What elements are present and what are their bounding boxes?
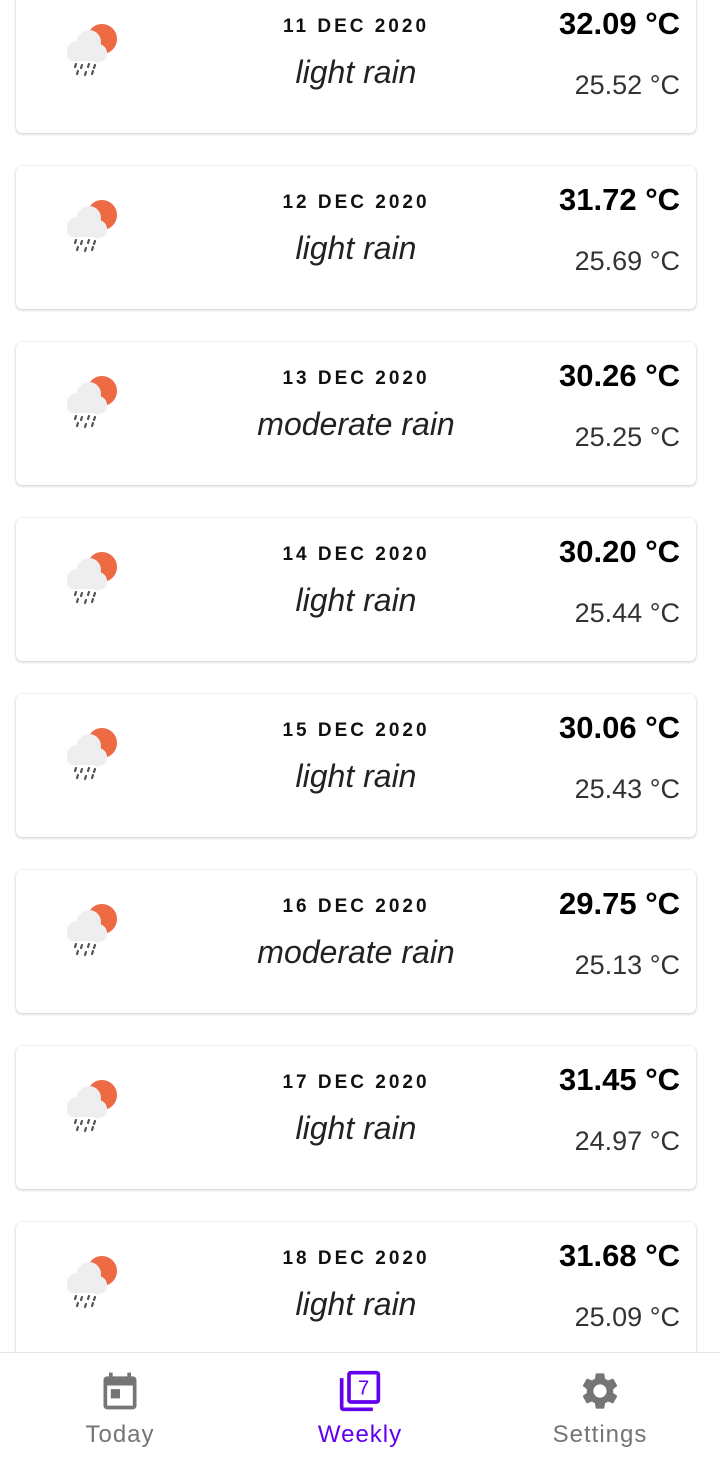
temp-max: 30.20 °C (559, 534, 680, 569)
forecast-date: 12 DEC 2020 (282, 192, 430, 213)
forecast-date: 17 DEC 2020 (282, 1072, 430, 1093)
forecast-card[interactable]: 12 DEC 2020 light rain 31.72 °C 25.69 °C (16, 166, 696, 309)
temp-max: 31.72 °C (559, 182, 680, 217)
filter-7-icon-digit: 7 (358, 1378, 369, 1400)
temp-max: 29.75 °C (559, 886, 680, 921)
forecast-description: light rain (295, 1110, 417, 1146)
nav-label-weekly: Weekly (317, 1421, 403, 1448)
forecast-description: moderate rain (257, 406, 455, 442)
rain-cloud-sun-icon (67, 200, 117, 253)
forecast-description: moderate rain (257, 934, 455, 970)
rain-cloud-sun-icon (67, 904, 117, 957)
temp-min: 25.09 °C (574, 1302, 680, 1332)
temp-min: 25.52 °C (574, 70, 680, 100)
forecast-card[interactable]: 17 DEC 2020 light rain 31.45 °C 24.97 °C (16, 1046, 696, 1189)
forecast-date: 15 DEC 2020 (282, 720, 430, 741)
bottom-navigation: Today 7 Weekly Settings (0, 1352, 720, 1465)
forecast-card[interactable]: 13 DEC 2020 moderate rain 30.26 °C 25.25… (16, 342, 696, 485)
nav-item-today[interactable]: Today (0, 1353, 240, 1465)
nav-item-settings[interactable]: Settings (480, 1353, 720, 1465)
forecast-description: light rain (295, 1286, 417, 1322)
temp-max: 30.06 °C (559, 710, 680, 745)
forecast-description: light rain (295, 54, 417, 90)
forecast-description: light rain (295, 230, 417, 266)
temp-min: 24.97 °C (574, 1126, 680, 1156)
forecast-card[interactable]: 16 DEC 2020 moderate rain 29.75 °C 25.13… (16, 870, 696, 1013)
forecast-card[interactable]: 14 DEC 2020 light rain 30.20 °C 25.44 °C (16, 518, 696, 661)
forecast-date: 16 DEC 2020 (282, 896, 430, 917)
forecast-date: 13 DEC 2020 (282, 368, 430, 389)
gear-icon (582, 1373, 618, 1409)
temp-max: 30.26 °C (559, 358, 680, 393)
forecast-date: 11 DEC 2020 (282, 16, 430, 37)
rain-cloud-sun-icon (67, 1256, 117, 1309)
forecast-list[interactable]: 11 DEC 2020 light rain 32.09 °C 25.52 °C… (0, 0, 720, 1352)
rain-cloud-sun-icon (67, 376, 117, 429)
nav-label-settings: Settings (552, 1421, 648, 1448)
temp-max: 32.09 °C (559, 6, 680, 41)
forecast-description: light rain (295, 758, 417, 794)
rain-cloud-sun-icon (67, 1080, 117, 1133)
temp-max: 31.68 °C (559, 1238, 680, 1273)
temp-min: 25.13 °C (574, 950, 680, 980)
rain-cloud-sun-icon (67, 728, 117, 781)
forecast-date: 18 DEC 2020 (282, 1248, 430, 1269)
temp-min: 25.44 °C (574, 598, 680, 628)
temp-min: 25.25 °C (574, 422, 680, 452)
filter-7-icon: 7 (339, 1370, 381, 1412)
temp-min: 25.43 °C (574, 774, 680, 804)
forecast-card[interactable]: 11 DEC 2020 light rain 32.09 °C 25.52 °C (16, 0, 696, 133)
forecast-card[interactable]: 15 DEC 2020 light rain 30.06 °C 25.43 °C (16, 694, 696, 837)
nav-item-weekly[interactable]: 7 Weekly (240, 1353, 480, 1465)
rain-cloud-sun-icon (67, 24, 117, 77)
temp-min: 25.69 °C (574, 246, 680, 276)
rain-cloud-sun-icon (67, 552, 117, 605)
calendar-icon (103, 1372, 137, 1410)
nav-label-today: Today (85, 1421, 155, 1448)
temp-max: 31.45 °C (559, 1062, 680, 1097)
forecast-description: light rain (295, 582, 417, 618)
forecast-card[interactable]: 18 DEC 2020 light rain 31.68 °C 25.09 °C (16, 1222, 696, 1352)
forecast-date: 14 DEC 2020 (282, 544, 430, 565)
